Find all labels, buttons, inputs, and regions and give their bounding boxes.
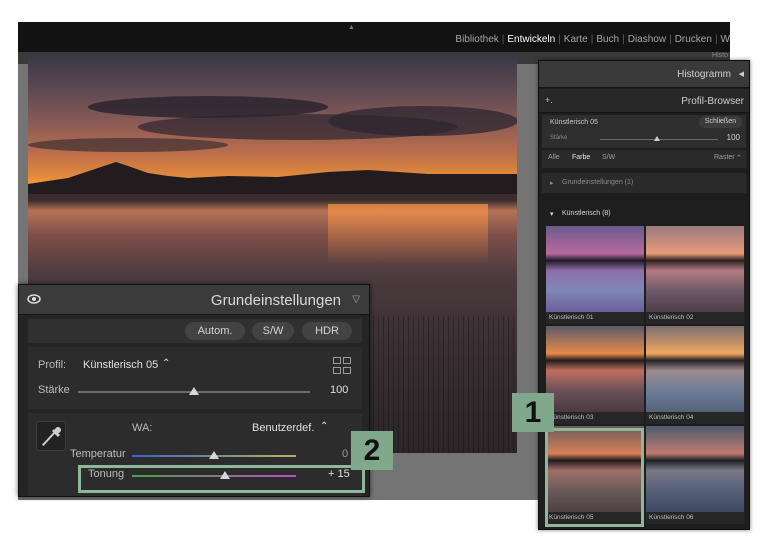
callout-badge-1: 1 — [512, 393, 554, 432]
collapse-triangle-icon[interactable]: ▽ — [352, 294, 360, 305]
wb-chevron-icon[interactable]: ⌃ — [320, 421, 328, 432]
profile-thumbnail[interactable]: Künstlerisch 04 — [646, 326, 744, 424]
thumbnail-label: Künstlerisch 02 — [646, 312, 744, 324]
wb-label: WA: — [132, 422, 153, 434]
module-web[interactable]: W — [721, 34, 730, 45]
temperature-value: 0 — [342, 448, 349, 460]
thumbnail-label: Künstlerisch 01 — [546, 312, 644, 324]
profile-chevron-icon[interactable]: ⌃ — [162, 358, 170, 369]
temperature-slider-thumb[interactable] — [209, 451, 219, 459]
amount-label: Stärke — [38, 384, 70, 396]
visibility-eye-icon[interactable] — [27, 293, 41, 307]
treatment-buttons: Autom. S/W HDR — [28, 319, 362, 343]
highlight-profile-05 — [545, 428, 644, 527]
wb-select[interactable]: Benutzerdef. — [252, 422, 314, 434]
filter-farbe[interactable]: Farbe — [572, 154, 590, 161]
histogram-header[interactable]: Histogramm ◀ — [539, 61, 749, 88]
profile-filter-bar: Alle Farbe S/W Raster ⌃ — [542, 150, 746, 168]
thumbnail-label: Künstlerisch 03 — [546, 412, 644, 424]
current-profile-name: Künstlerisch 05 — [550, 119, 598, 126]
profile-thumbnail[interactable]: Künstlerisch 03 — [546, 326, 644, 424]
amount-value: 100 — [726, 133, 740, 142]
view-mode-select[interactable]: Raster — [714, 154, 735, 161]
module-karte[interactable]: Karte — [564, 34, 588, 45]
filter-alle[interactable]: Alle — [548, 154, 560, 161]
profile-thumbnail[interactable]: Künstlerisch 06 — [646, 426, 744, 524]
basic-panel-title: Grundeinstellungen — [210, 292, 341, 309]
profile-section: Profil: Künstlerisch 05 ⌃ Stärke 100 — [28, 347, 362, 409]
sun-reflection — [328, 204, 488, 264]
bw-button[interactable]: S/W — [252, 322, 294, 340]
profile-thumbnail[interactable]: Künstlerisch 01 — [546, 226, 644, 324]
module-bibliothek[interactable]: Bibliothek — [455, 34, 498, 45]
module-drucken[interactable]: Drucken — [675, 34, 712, 45]
profile-group-basic[interactable]: ▸ Grundeinstellungen (1) — [542, 173, 746, 193]
profile-thumbnail[interactable]: Künstlerisch 02 — [646, 226, 744, 324]
histogram-tab[interactable]: Histo — [712, 52, 728, 59]
amount-label: Stärke — [550, 135, 568, 141]
filter-sw[interactable]: S/W — [602, 154, 615, 161]
histogram-title: Histogramm — [677, 69, 731, 80]
auto-button[interactable]: Autom. — [185, 322, 245, 340]
profile-browser-header: +. Profil-Browser — [539, 89, 749, 113]
module-picker-bar: ▲ Bibliothek | Entwickeln | Karte | Buch | Diash… — [18, 22, 730, 52]
group-label: Grundeinstellungen (1) — [562, 179, 634, 186]
profile-browser-title: Profil-Browser — [681, 96, 744, 107]
panel-toggle-icon[interactable]: ▲ — [348, 24, 355, 31]
profile-label: Profil: — [38, 359, 67, 371]
amount-value: 100 — [330, 384, 349, 396]
close-button[interactable]: Schließen — [698, 116, 742, 128]
add-profile-icon[interactable]: +. — [545, 95, 553, 105]
amount-slider-thumb[interactable] — [189, 387, 199, 395]
hdr-button[interactable]: HDR — [302, 322, 352, 340]
collapse-triangle-icon: ▾ — [550, 211, 554, 218]
expand-triangle-icon: ▸ — [550, 180, 554, 187]
temperature-label: Temperatur — [70, 448, 126, 460]
profile-browser-grid-icon[interactable] — [333, 357, 352, 375]
module-buch[interactable]: Buch — [596, 34, 619, 45]
module-diashow[interactable]: Diashow — [628, 34, 666, 45]
horizon-silhouette — [28, 162, 517, 200]
callout-badge-2: 2 — [351, 431, 393, 470]
profile-group-artistic[interactable]: ▾ Künstlerisch (8) — [542, 207, 746, 223]
view-mode-chevron-icon[interactable]: ⌃ — [736, 154, 742, 162]
collapse-triangle-icon[interactable]: ◀ — [739, 70, 744, 78]
thumbnail-label: Künstlerisch 06 — [646, 512, 744, 524]
amount-slider-thumb[interactable] — [653, 136, 660, 141]
module-nav: Bibliothek | Entwickeln | Karte | Buch | Diashow… — [455, 34, 730, 45]
profile-select[interactable]: Künstlerisch 05 — [83, 359, 158, 371]
highlight-tint-slider — [78, 465, 365, 493]
module-entwickeln[interactable]: Entwickeln — [507, 34, 555, 45]
profile-browser-current: Künstlerisch 05 Schließen Stärke 100 — [542, 115, 746, 148]
thumbnail-label: Künstlerisch 04 — [646, 412, 744, 424]
group-label: Künstlerisch (8) — [562, 210, 611, 217]
eyedropper-icon[interactable] — [36, 421, 66, 451]
basic-panel-header[interactable]: Grundeinstellungen ▽ — [19, 285, 369, 315]
